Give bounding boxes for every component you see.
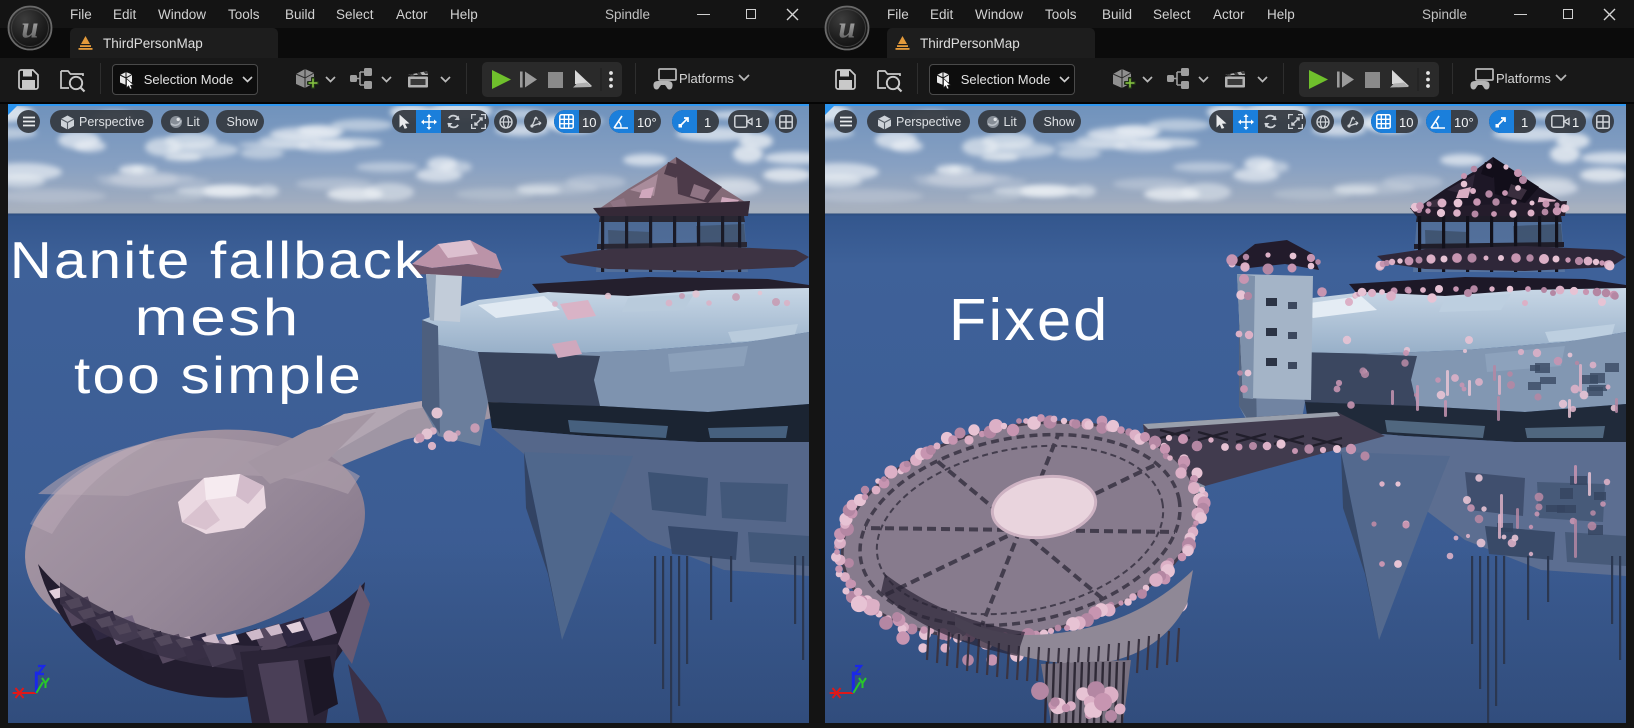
svg-text:u: u <box>21 10 38 45</box>
svg-text:u: u <box>838 10 855 45</box>
